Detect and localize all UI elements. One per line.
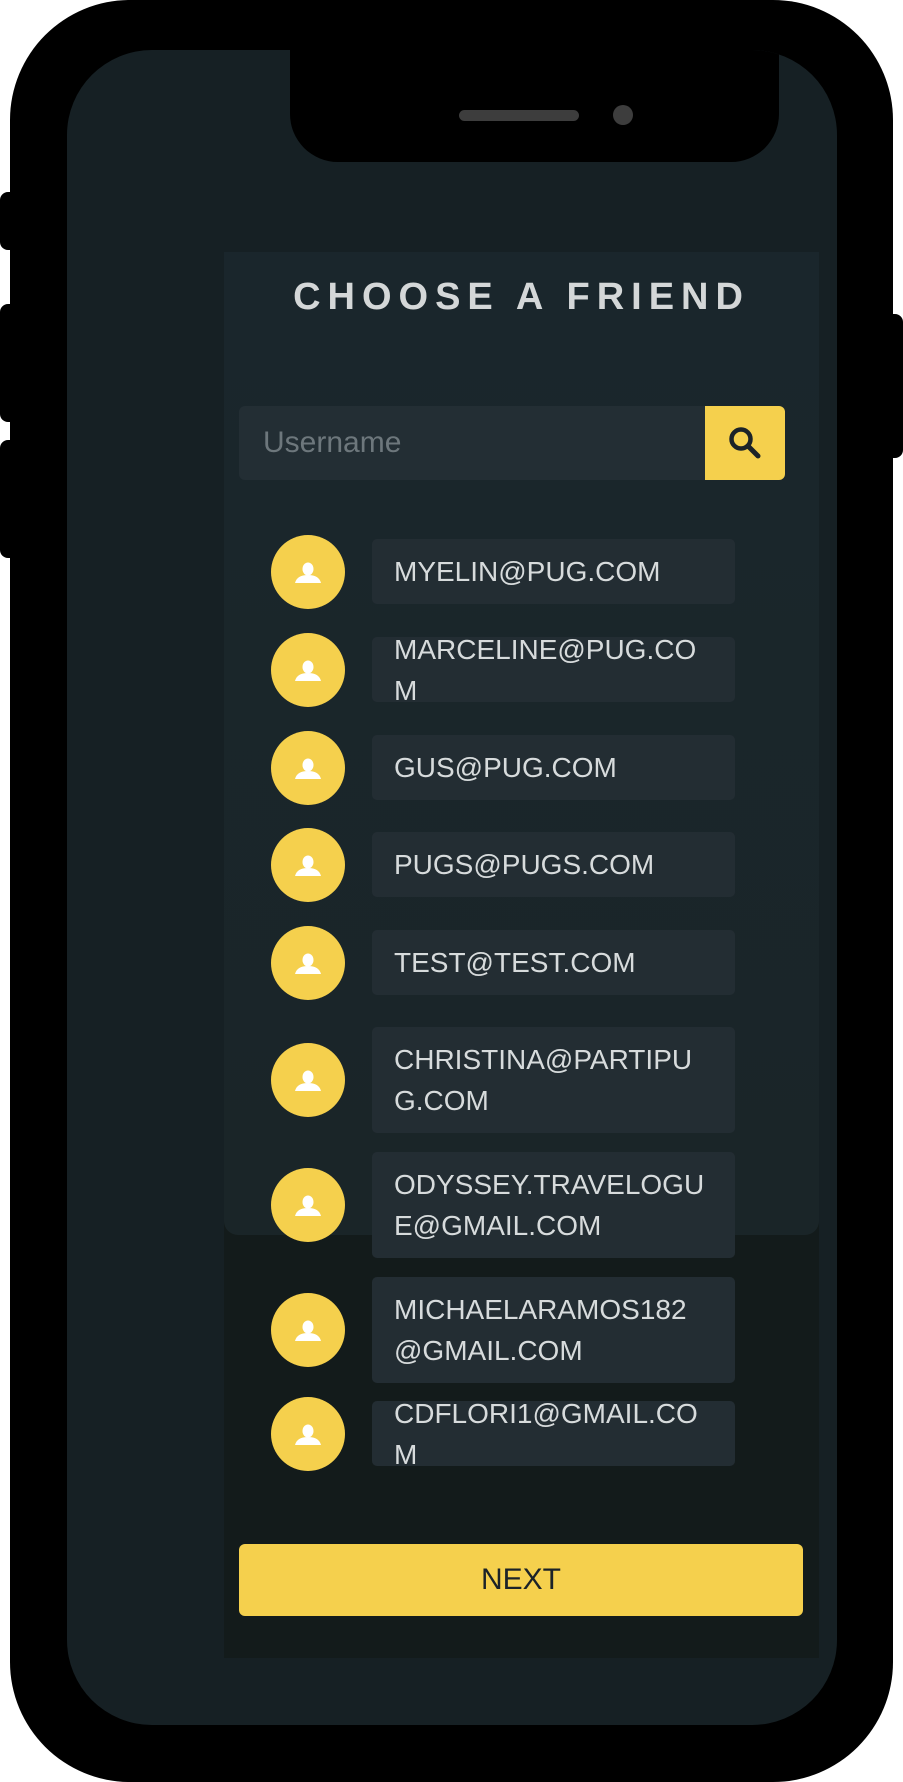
user-avatar-icon: [295, 660, 321, 681]
user-avatar-icon: [295, 855, 321, 876]
friend-email-label[interactable]: TEST@TEST.COM: [372, 930, 735, 995]
user-avatar-icon: [295, 758, 321, 779]
friend-avatar[interactable]: [271, 1396, 345, 1471]
friend-email-label[interactable]: MICHAELARAMOS182@GMAIL.COM: [372, 1277, 735, 1383]
friend-list: MYELIN@PUG.COM MARCELINE@PUG.COM GUS@PUG.C…: [224, 252, 819, 1658]
phone-silent-switch: [0, 192, 20, 250]
friend-email-label[interactable]: ODYSSEY.TRAVELOGUE@GMAIL.COM: [372, 1152, 735, 1258]
friend-avatar[interactable]: [271, 632, 345, 707]
next-button[interactable]: NEXT: [239, 1544, 803, 1616]
friend-avatar[interactable]: [271, 1293, 345, 1367]
friend-avatar[interactable]: [271, 534, 345, 609]
friend-email-label[interactable]: PUGS@PUGS.COM: [372, 832, 735, 897]
friend-avatar[interactable]: [271, 925, 345, 1000]
friend-email-label[interactable]: GUS@PUG.COM: [372, 735, 735, 800]
user-avatar-icon: [295, 562, 321, 583]
friend-email-label[interactable]: CHRISTINA@PARTIPUG.COM: [372, 1027, 735, 1133]
user-avatar-icon: [295, 1320, 321, 1341]
user-avatar-icon: [295, 953, 321, 974]
phone-volume-up-button: [0, 304, 20, 422]
phone-power-button: [883, 314, 903, 458]
friend-avatar[interactable]: [271, 827, 345, 902]
friend-avatar[interactable]: [271, 730, 345, 805]
friend-avatar[interactable]: [271, 1168, 345, 1242]
user-avatar-icon: [295, 1424, 321, 1445]
phone-notch: [290, 50, 779, 162]
friend-email-label[interactable]: MYELIN@PUG.COM: [372, 539, 735, 604]
user-avatar-icon: [295, 1070, 321, 1091]
phone-camera: [613, 105, 633, 125]
phone-volume-down-button: [0, 440, 20, 558]
app-screen: CHOOSE A FRIEND MYELIN@PUG.COMMARCELINE@…: [67, 50, 837, 1725]
friend-picker-panel: CHOOSE A FRIEND MYELIN@PUG.COMMARCELINE@…: [224, 252, 819, 1658]
friend-avatar[interactable]: [271, 1043, 345, 1117]
phone-speaker: [459, 110, 579, 121]
friend-email-label[interactable]: CDFLORI1@GMAIL.COM: [372, 1398, 735, 1470]
friend-email-label[interactable]: MARCELINE@PUG.COM: [372, 634, 735, 706]
user-avatar-icon: [295, 1195, 321, 1216]
